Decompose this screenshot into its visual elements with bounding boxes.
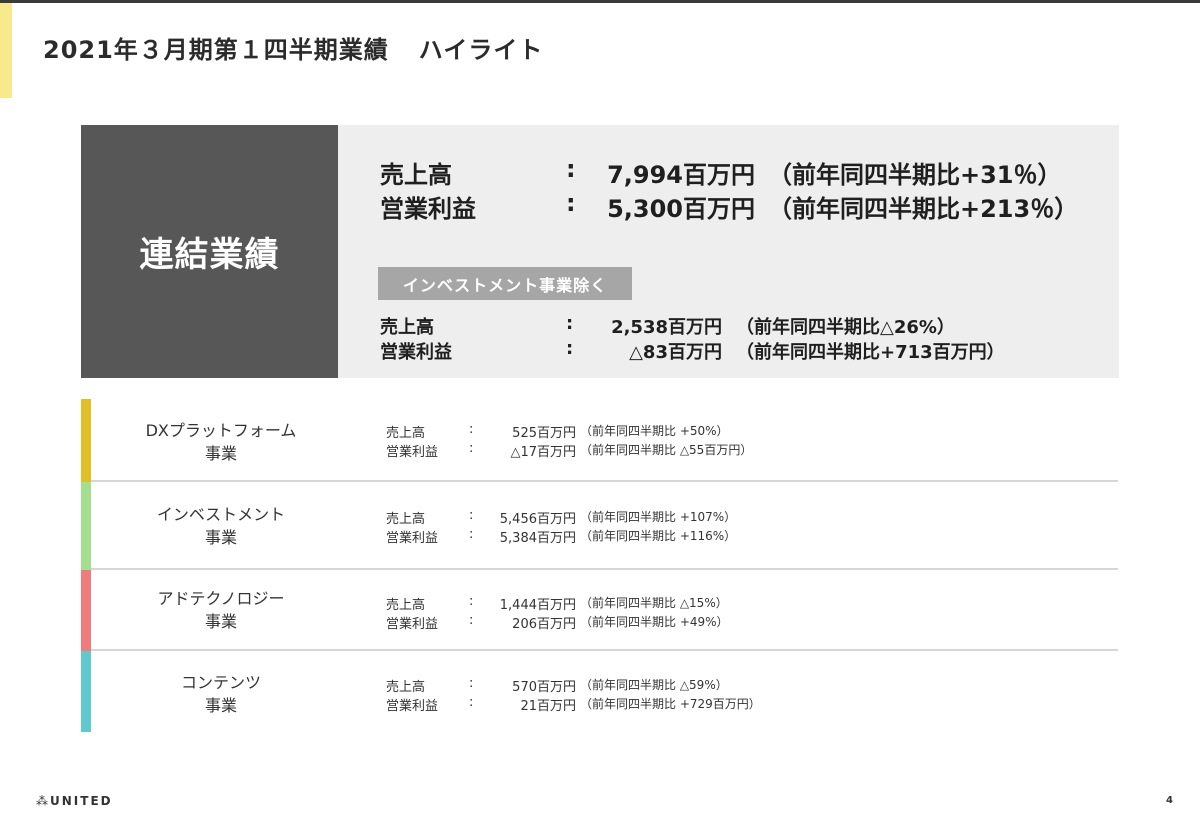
consolidated-row-profit: 営業利益 : 5,300百万円 （前年同四半期比+213％） — [380, 189, 1100, 223]
row-label: 営業利益 — [380, 195, 476, 223]
row-label: 売上高 — [386, 512, 426, 527]
segment-name: DXプラットフォーム 事業 — [91, 419, 351, 465]
segment-color-bar — [81, 399, 91, 482]
row-value: 5,384百万円 — [499, 531, 576, 546]
row-compare: （前年同四半期比 △15%） — [580, 596, 728, 610]
excl-row-profit: 営業利益 : △83百万円 （前年同四半期比+713百万円） — [380, 338, 1100, 363]
row-compare: （前年同四半期比△26%） — [736, 317, 955, 338]
row-label: 売上高 — [386, 598, 426, 613]
segment-name-line1: インベストメント — [156, 505, 286, 524]
united-logo: ⁂ UNITED — [36, 794, 113, 808]
row-compare: （前年同四半期比 +729百万円） — [580, 697, 761, 711]
page-title: 2021年３月期第１四半期業績 ハイライト — [43, 30, 543, 65]
row-value: △17百万円 — [510, 445, 576, 460]
row-colon: : — [566, 338, 574, 359]
row-value: 7,994百万円 — [607, 161, 755, 189]
row-value: 5,300百万円 — [607, 195, 755, 223]
row-compare: （前年同四半期比 +116%） — [580, 529, 737, 543]
excluding-investment-tag: インベストメント事業除く — [378, 267, 632, 300]
row-value: 525百万円 — [512, 426, 576, 441]
segment-name-line2: 事業 — [204, 612, 237, 631]
row-label: 売上高 — [380, 161, 452, 189]
segment-name-line1: アドテクノロジー — [157, 589, 285, 608]
segment-color-bar — [81, 482, 91, 570]
row-label: 営業利益 — [386, 617, 439, 632]
segment-name-line1: コンテンツ — [180, 673, 261, 692]
row-value: 5,456百万円 — [499, 512, 576, 527]
row-label: 売上高 — [386, 680, 426, 695]
segment-name-line1: DXプラットフォーム — [145, 421, 297, 440]
row-colon: : — [469, 527, 474, 542]
title-sub: ハイライト — [418, 36, 544, 64]
row-colon: : — [566, 155, 576, 183]
row-value: 21百万円 — [520, 699, 576, 714]
row-colon: : — [469, 508, 474, 523]
row-label: 営業利益 — [380, 342, 452, 363]
segment-name: インベストメント 事業 — [91, 503, 351, 549]
consolidated-row-sales: 売上高 : 7,994百万円 （前年同四半期比+31％） — [380, 155, 1100, 189]
title-accent-bar — [0, 3, 12, 98]
row-value: △83百万円 — [629, 342, 722, 363]
segment-name-line2: 事業 — [204, 696, 237, 715]
united-logo-text: UNITED — [50, 794, 113, 808]
row-colon: : — [566, 189, 576, 217]
segment-ad-technology: アドテクノロジー 事業 売上高 : 1,444百万円 （前年同四半期比 △15%… — [81, 570, 1118, 651]
row-compare: （前年同四半期比 △59%） — [580, 678, 728, 692]
row-colon: : — [469, 613, 474, 628]
row-value: 206百万円 — [512, 617, 576, 632]
consolidated-label: 連結業績 — [81, 125, 338, 378]
row-colon: : — [469, 695, 474, 710]
row-colon: : — [566, 313, 574, 334]
row-value: 570百万円 — [512, 680, 576, 695]
row-label: 営業利益 — [386, 445, 439, 460]
row-compare: （前年同四半期比 +50%） — [580, 424, 729, 438]
row-value: 2,538百万円 — [611, 317, 722, 338]
consolidated-panel: 売上高 : 7,994百万円 （前年同四半期比+31％） 営業利益 : 5,30… — [338, 125, 1119, 378]
segment-name-line2: 事業 — [204, 444, 237, 463]
row-value: 1,444百万円 — [499, 598, 576, 613]
segment-investment: インベストメント 事業 売上高 : 5,456百万円 （前年同四半期比 +107… — [81, 482, 1118, 570]
row-compare: （前年同四半期比 +107%） — [580, 510, 737, 524]
segment-contents: コンテンツ 事業 売上高 : 570百万円 （前年同四半期比 △59%） 営業利… — [81, 651, 1118, 732]
segment-name: コンテンツ 事業 — [91, 671, 351, 717]
segment-color-bar — [81, 651, 91, 732]
row-colon: : — [469, 441, 474, 456]
row-label: 営業利益 — [386, 531, 439, 546]
segment-dx-platform: DXプラットフォーム 事業 売上高 : 525百万円 （前年同四半期比 +50%… — [81, 399, 1118, 482]
row-label: 売上高 — [386, 426, 426, 441]
title-main: 2021年３月期第１四半期業績 — [43, 36, 389, 64]
segment-name: アドテクノロジー 事業 — [91, 587, 351, 633]
row-compare: （前年同四半期比+713百万円） — [736, 342, 1005, 363]
excl-row-sales: 売上高 : 2,538百万円 （前年同四半期比△26%） — [380, 313, 1100, 338]
row-colon: : — [469, 422, 474, 437]
united-logo-icon: ⁂ — [36, 794, 48, 808]
row-label: 営業利益 — [386, 699, 439, 714]
page-number: 4 — [1166, 795, 1173, 806]
segment-color-bar — [81, 570, 91, 651]
top-rule — [0, 0, 1200, 3]
row-colon: : — [469, 594, 474, 609]
row-compare: （前年同四半期比+31％） — [768, 161, 1062, 189]
row-compare: （前年同四半期比 △55百万円） — [580, 443, 753, 457]
segment-name-line2: 事業 — [204, 528, 237, 547]
row-compare: （前年同四半期比 +49%） — [580, 615, 729, 629]
row-label: 売上高 — [380, 317, 434, 338]
row-compare: （前年同四半期比+213％） — [768, 195, 1079, 223]
row-colon: : — [469, 676, 474, 691]
